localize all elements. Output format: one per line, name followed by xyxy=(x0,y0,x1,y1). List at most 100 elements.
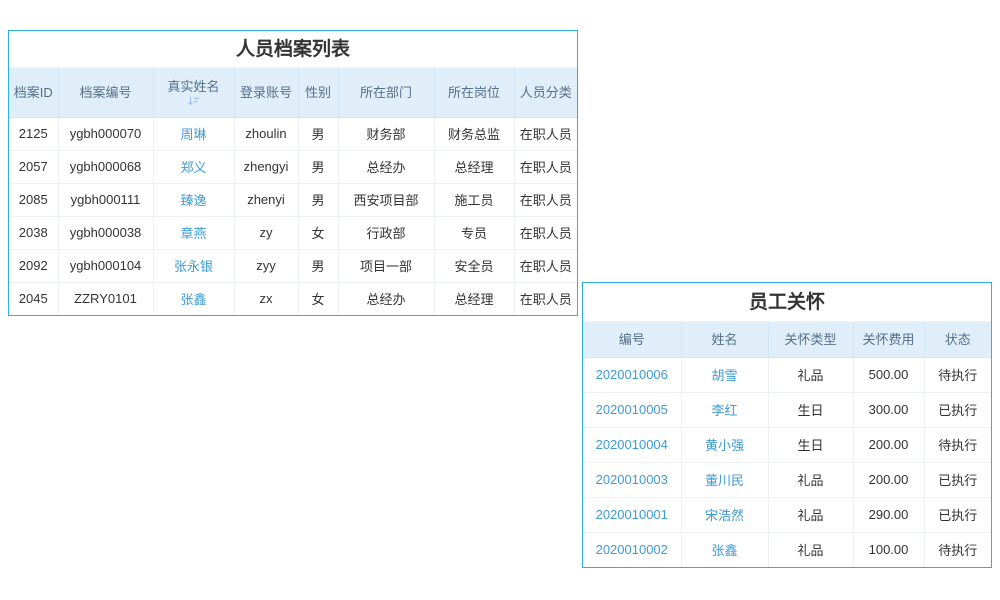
table-row: 2045ZZRY0101张鑫zx女总经办总经理在职人员 xyxy=(9,282,577,315)
cell: 西安项目部 xyxy=(338,183,434,216)
cell-link[interactable]: 董川民 xyxy=(681,462,768,497)
table-row: 2057ygbh000068郑义zhengyi男总经办总经理在职人员 xyxy=(9,150,577,183)
record-link[interactable]: 郑义 xyxy=(180,160,206,175)
cell: 2045 xyxy=(9,282,58,315)
cell: 施工员 xyxy=(434,183,514,216)
cell: 已执行 xyxy=(924,497,991,532)
cell: 在职人员 xyxy=(514,216,577,249)
cell: 290.00 xyxy=(853,497,924,532)
personnel-archive-panel: 人员档案列表 档案ID 档案编号 真实姓名 xyxy=(8,30,578,316)
record-link[interactable]: 臻逸 xyxy=(180,193,206,208)
table-row: 2092ygbh000104张永银zyy男项目一部安全员在职人员 xyxy=(9,249,577,282)
cell: 待执行 xyxy=(924,357,991,392)
cell-link[interactable]: 周琳 xyxy=(153,117,234,150)
cell: 待执行 xyxy=(924,427,991,462)
cell: 总经办 xyxy=(338,150,434,183)
cell-link[interactable]: 章燕 xyxy=(153,216,234,249)
employee-care-panel: 员工关怀 编号 姓名 关怀类型 关怀费用 状态 2020010006胡雪礼品50… xyxy=(582,282,992,568)
cell: 500.00 xyxy=(853,357,924,392)
record-link[interactable]: 2020010001 xyxy=(596,507,668,522)
cell-link[interactable]: 2020010003 xyxy=(583,462,681,497)
table-row: 2020010006 胡雪 礼品500.00待执行 xyxy=(583,357,991,392)
record-link[interactable]: 张鑫 xyxy=(711,543,737,558)
cell-link[interactable]: 2020010001 xyxy=(583,497,681,532)
cell: 生日 xyxy=(768,427,853,462)
record-link[interactable]: 2020010002 xyxy=(596,542,668,557)
cell: 在职人员 xyxy=(514,150,577,183)
record-link[interactable]: 董川民 xyxy=(705,473,744,488)
column-header-real-name[interactable]: 真实姓名 xyxy=(153,68,234,117)
sort-descending-icon[interactable] xyxy=(187,96,200,106)
record-link[interactable]: 周琳 xyxy=(180,127,206,142)
record-link[interactable]: 2020010004 xyxy=(596,437,668,452)
cell: ygbh000068 xyxy=(58,150,153,183)
record-link[interactable]: 张鑫 xyxy=(180,292,206,307)
cell: 总经理 xyxy=(434,282,514,315)
cell: 已执行 xyxy=(924,392,991,427)
cell-link[interactable]: 张鑫 xyxy=(153,282,234,315)
cell: 男 xyxy=(298,183,338,216)
cell: 礼品 xyxy=(768,497,853,532)
record-link[interactable]: 宋浩然 xyxy=(705,508,744,523)
cell: 财务部 xyxy=(338,117,434,150)
cell: 2085 xyxy=(9,183,58,216)
column-header-archive-id: 档案ID xyxy=(9,68,58,117)
cell-link[interactable]: 郑义 xyxy=(153,150,234,183)
personnel-archive-title: 人员档案列表 xyxy=(9,31,577,68)
table-row: 2020010003董川民礼品200.00已执行 xyxy=(583,462,991,497)
cell: 男 xyxy=(298,249,338,282)
column-header-personnel-category: 人员分类 xyxy=(514,68,577,117)
cell: 200.00 xyxy=(853,462,924,497)
cell: 礼品 xyxy=(768,357,853,392)
column-header-care-status: 状态 xyxy=(924,322,991,357)
cell: 安全员 xyxy=(434,249,514,282)
cell: ygbh000104 xyxy=(58,249,153,282)
cell-link[interactable]: 宋浩然 xyxy=(681,497,768,532)
cell-link[interactable]: 2020010004 xyxy=(583,427,681,462)
cell-link[interactable]: 胡雪 xyxy=(681,357,768,392)
cell-link[interactable]: 臻逸 xyxy=(153,183,234,216)
record-link[interactable]: 胡雪 xyxy=(711,368,737,383)
cell: 300.00 xyxy=(853,392,924,427)
cell: zx xyxy=(234,282,298,315)
cell: zhengyi xyxy=(234,150,298,183)
column-header-login-account: 登录账号 xyxy=(234,68,298,117)
cell-link[interactable]: 李红 xyxy=(681,392,768,427)
cell: 财务总监 xyxy=(434,117,514,150)
care-header-row: 编号 姓名 关怀类型 关怀费用 状态 xyxy=(583,322,991,357)
record-link[interactable]: 张永银 xyxy=(174,259,213,274)
cell-link[interactable]: 2020010005 xyxy=(583,392,681,427)
record-link[interactable]: 李红 xyxy=(711,403,737,418)
column-header-care-number: 编号 xyxy=(583,322,681,357)
cell-link[interactable]: 黄小强 xyxy=(681,427,768,462)
record-link[interactable]: 2020010005 xyxy=(596,402,668,417)
cell: 总经办 xyxy=(338,282,434,315)
cell: 男 xyxy=(298,150,338,183)
cell: 行政部 xyxy=(338,216,434,249)
column-header-real-name-label: 真实姓名 xyxy=(167,78,219,95)
cell-link[interactable]: 张永银 xyxy=(153,249,234,282)
personnel-archive-rows: 2125ygbh000070周琳zhoulin男财务部财务总监在职人员2057y… xyxy=(9,117,577,315)
record-link[interactable]: 2020010006 xyxy=(596,367,668,382)
cell: 在职人员 xyxy=(514,249,577,282)
table-row: 2085ygbh000111臻逸zhenyi男西安项目部施工员在职人员 xyxy=(9,183,577,216)
record-link[interactable]: 2020010003 xyxy=(596,472,668,487)
record-link[interactable]: 章燕 xyxy=(180,226,206,241)
page: 人员档案列表 档案ID 档案编号 真实姓名 xyxy=(0,0,1000,600)
personnel-header-row: 档案ID 档案编号 真实姓名 xyxy=(9,68,577,117)
cell: zhenyi xyxy=(234,183,298,216)
table-row: 2125ygbh000070周琳zhoulin男财务部财务总监在职人员 xyxy=(9,117,577,150)
cell: 在职人员 xyxy=(514,183,577,216)
cell-link[interactable]: 2020010006 xyxy=(583,357,681,392)
column-header-care-fee: 关怀费用 xyxy=(853,322,924,357)
cell: 已执行 xyxy=(924,462,991,497)
record-link[interactable]: 黄小强 xyxy=(705,438,744,453)
cell: 待执行 xyxy=(924,532,991,567)
column-header-care-name: 姓名 xyxy=(681,322,768,357)
cell: ZZRY0101 xyxy=(58,282,153,315)
table-row: 2020010001 宋浩然 礼品290.00已执行 xyxy=(583,497,991,532)
cell-link[interactable]: 张鑫 xyxy=(681,532,768,567)
cell: 总经理 xyxy=(434,150,514,183)
cell: 生日 xyxy=(768,392,853,427)
cell-link[interactable]: 2020010002 xyxy=(583,532,681,567)
